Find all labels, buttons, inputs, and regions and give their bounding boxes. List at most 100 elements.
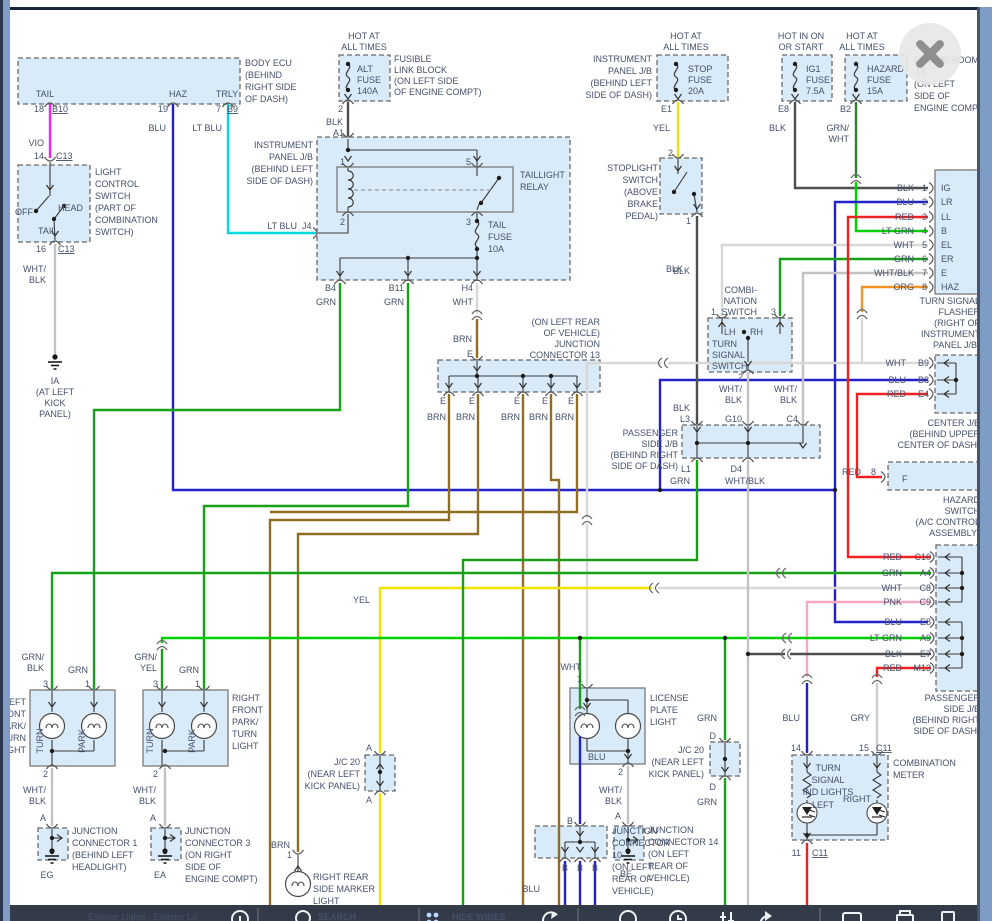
svg-text:PEDAL): PEDAL) [625, 211, 658, 221]
svg-text:LIGHT: LIGHT [650, 717, 677, 727]
svg-text:WHT: WHT [894, 240, 915, 250]
svg-text:ER: ER [941, 254, 954, 264]
svg-text:BLK: BLK [897, 183, 914, 193]
diagram-viewer-window: { "toolbar": { "title": "Exterior Lights… [0, 0, 992, 921]
svg-text:BRN: BRN [427, 412, 446, 422]
output-icons-group[interactable] [820, 905, 992, 921]
svg-text:ASSEMBLY): ASSEMBLY) [929, 528, 980, 538]
svg-text:(BEHIND UPPER: (BEHIND UPPER [909, 429, 980, 439]
svg-text:E4: E4 [918, 389, 929, 399]
search-button[interactable] [258, 905, 419, 921]
svg-text:SIDE OF DASH): SIDE OF DASH) [585, 90, 652, 100]
svg-text:E: E [469, 396, 475, 406]
svg-text:INSTRUMENT: INSTRUMENT [921, 329, 980, 339]
svg-text:ALT: ALT [357, 64, 373, 74]
svg-text:BLK: BLK [673, 403, 690, 413]
svg-text:1: 1 [577, 674, 582, 684]
svg-text:ALL TIMES: ALL TIMES [839, 42, 885, 52]
svg-text:FRONT: FRONT [232, 705, 263, 715]
tool-icons-group[interactable] [578, 905, 820, 921]
svg-text:A4: A4 [920, 568, 931, 578]
close-icon[interactable] [899, 23, 961, 85]
svg-text:YEL: YEL [140, 663, 157, 673]
diagram-title-button[interactable] [12, 905, 258, 921]
svg-text:(RIGHT OF: (RIGHT OF [934, 318, 980, 328]
svg-text:GRN: GRN [384, 297, 404, 307]
svg-text:(BEHIND: (BEHIND [245, 70, 283, 80]
svg-text:BRN: BRN [456, 412, 475, 422]
svg-text:LR: LR [941, 197, 953, 207]
svg-text:B2: B2 [840, 104, 851, 114]
svg-text:3: 3 [922, 212, 927, 222]
svg-text:2: 2 [340, 217, 345, 227]
svg-text:FUSE: FUSE [867, 75, 891, 85]
svg-text:BRAKE: BRAKE [627, 199, 658, 209]
svg-text:SIDE J/B: SIDE J/B [943, 704, 980, 714]
svg-text:PANEL J/B: PANEL J/B [269, 152, 313, 162]
svg-text:WHT/BLK: WHT/BLK [725, 476, 765, 486]
undo-button[interactable] [533, 905, 578, 921]
svg-text:2: 2 [738, 372, 743, 382]
svg-text:FLASHER: FLASHER [938, 307, 980, 317]
svg-text:WHT/: WHT/ [133, 785, 156, 795]
svg-text:1: 1 [711, 307, 716, 317]
svg-text:C9: C9 [919, 597, 931, 607]
svg-text:WHT: WHT [886, 358, 907, 368]
svg-text:SWITCH: SWITCH [945, 506, 981, 516]
svg-text:GRN: GRN [179, 665, 199, 675]
svg-text:TAIL: TAIL [488, 220, 506, 230]
svg-text:ALL TIMES: ALL TIMES [663, 42, 709, 52]
svg-text:C8: C8 [919, 583, 931, 593]
svg-text:A: A [40, 813, 46, 823]
svg-text:F: F [902, 474, 908, 484]
svg-text:WHT: WHT [882, 583, 903, 593]
svg-text:JUNCTION: JUNCTION [555, 339, 601, 349]
svg-text:B4: B4 [325, 283, 336, 293]
svg-text:B9: B9 [227, 104, 238, 114]
svg-text:LEFT: LEFT [4, 697, 27, 707]
svg-text:BRN: BRN [271, 840, 290, 850]
svg-text:A1: A1 [333, 128, 344, 138]
svg-text:SWITCH: SWITCH [712, 361, 748, 371]
hide-wires-button[interactable] [419, 905, 529, 921]
svg-text:1: 1 [85, 679, 90, 689]
svg-text:WHT/: WHT/ [774, 384, 797, 394]
svg-text:PLATE: PLATE [650, 705, 678, 715]
svg-text:BRN: BRN [529, 412, 548, 422]
svg-text:CONNECTOR 1: CONNECTOR 1 [72, 838, 137, 848]
svg-text:C10: C10 [914, 552, 931, 562]
svg-text:SIDE OF DASH): SIDE OF DASH) [913, 726, 980, 736]
svg-text:RIGHT: RIGHT [843, 794, 872, 804]
svg-text:J/C 20: J/C 20 [678, 745, 704, 755]
svg-text:TURN: TURN [145, 729, 155, 754]
svg-text:BRN: BRN [453, 334, 472, 344]
svg-text:10A: 10A [488, 244, 504, 254]
svg-text:16: 16 [36, 244, 46, 254]
svg-text:ORG: ORG [893, 282, 914, 292]
svg-text:1: 1 [287, 850, 292, 860]
svg-text:WHT/: WHT/ [719, 384, 742, 394]
svg-text:(AT LEFT: (AT LEFT [36, 387, 75, 397]
svg-text:J/C 20: J/C 20 [334, 757, 360, 767]
svg-text:LEFT: LEFT [812, 800, 835, 810]
svg-text:140A: 140A [357, 86, 378, 96]
svg-text:JUNCTION: JUNCTION [612, 826, 658, 836]
svg-text:J4: J4 [302, 221, 312, 231]
svg-text:2: 2 [922, 197, 927, 207]
svg-text:PARK: PARK [77, 729, 87, 753]
svg-text:(BEHIND LEFT: (BEHIND LEFT [251, 164, 313, 174]
svg-text:3: 3 [771, 307, 776, 317]
svg-text:WHT: WHT [829, 134, 850, 144]
svg-text:19: 19 [158, 104, 168, 114]
svg-text:BLK: BLK [780, 395, 797, 405]
svg-text:E: E [467, 349, 473, 359]
svg-text:(A/C CONTROL: (A/C CONTROL [915, 517, 980, 527]
svg-text:STOPLIGHT: STOPLIGHT [607, 163, 658, 173]
svg-text:PARK: PARK [187, 729, 197, 753]
svg-text:20A: 20A [688, 86, 704, 96]
svg-text:EG: EG [40, 870, 53, 880]
svg-text:GRN: GRN [894, 254, 914, 264]
svg-text:BRN: BRN [555, 412, 574, 422]
svg-text:RED: RED [842, 467, 862, 477]
svg-text:EL: EL [941, 240, 952, 250]
